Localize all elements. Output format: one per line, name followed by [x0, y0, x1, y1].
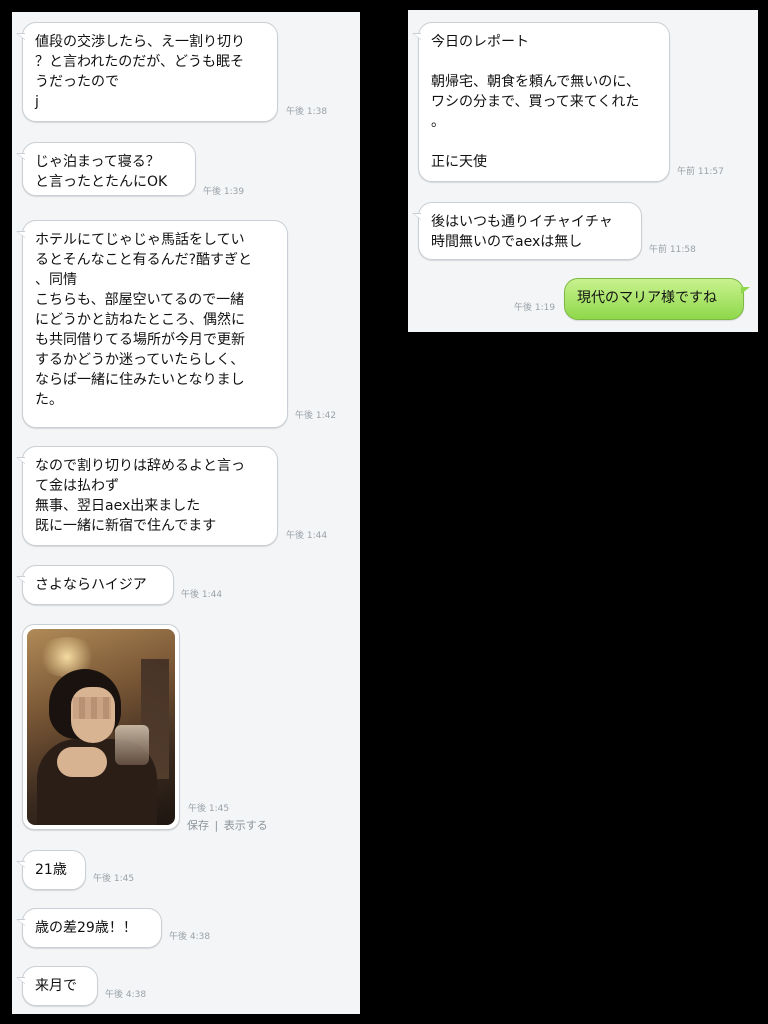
left-chat-panel: 値段の交渉したら、え一割り切り ？と言われたのだが、どうも眠そ うだったので j… — [12, 12, 360, 1014]
sent-message-bubble[interactable]: 現代のマリア様ですね — [564, 278, 750, 320]
message-bubble[interactable]: ホテルにてじゃじゃ馬話をしてい るとそんなこと有るんだ?酷すぎと 、同情 こちら… — [16, 220, 288, 428]
message-timestamp: 午後 1:19 — [514, 303, 556, 313]
message-timestamp: 午後 1:38 — [286, 107, 328, 117]
message-bubble[interactable]: なので割り切りは辞めるよと言っ て金は払わず 無事、翌日aex出来ました 既に一… — [16, 446, 278, 546]
message-timestamp: 午後 1:45 — [188, 804, 230, 814]
message-bubble[interactable]: じゃ泊まって寝る？ と言ったとたんにOK — [16, 142, 196, 196]
photo-message[interactable] — [22, 624, 180, 830]
message-timestamp: 午前 11:58 — [649, 245, 696, 255]
message-bubble[interactable]: 今日のレポート 朝帰宅、朝食を頼んで無いのに、 ワシの分まで、買って来てくれた … — [412, 22, 670, 182]
message-timestamp: 午後 1:45 — [93, 874, 135, 884]
message-bubble[interactable]: 値段の交渉したら、え一割り切り ？と言われたのだが、どうも眠そ うだったので j — [16, 22, 278, 122]
message-timestamp: 午後 4:38 — [105, 990, 147, 1000]
save-photo-link[interactable]: 保存 — [187, 819, 209, 832]
right-chat-panel: 今日のレポート 朝帰宅、朝食を頼んで無いのに、 ワシの分まで、買って来てくれた … — [408, 10, 758, 332]
message-bubble[interactable]: さよならハイジア — [16, 565, 174, 605]
message-timestamp: 午後 4:38 — [169, 932, 211, 942]
message-bubble[interactable]: 来月で — [16, 966, 98, 1006]
action-separator: | — [214, 819, 219, 832]
message-bubble[interactable]: 歳の差29歳！！ — [16, 908, 162, 948]
message-timestamp: 午後 1:44 — [181, 590, 223, 600]
view-photo-link[interactable]: 表示する — [224, 819, 268, 832]
message-timestamp: 午後 1:44 — [286, 531, 328, 541]
message-timestamp: 午後 1:42 — [295, 411, 337, 421]
message-timestamp: 午前 11:57 — [677, 167, 724, 177]
shared-photo[interactable] — [27, 629, 175, 825]
photo-actions: 保存 | 表示する — [187, 817, 268, 833]
message-timestamp: 午後 1:39 — [203, 187, 245, 197]
message-bubble[interactable]: 後はいつも通りイチャイチャ 時間無いのでaexは無し — [412, 202, 642, 260]
pixelated-face-blur — [73, 697, 111, 719]
message-bubble[interactable]: 21歳 — [16, 850, 86, 890]
